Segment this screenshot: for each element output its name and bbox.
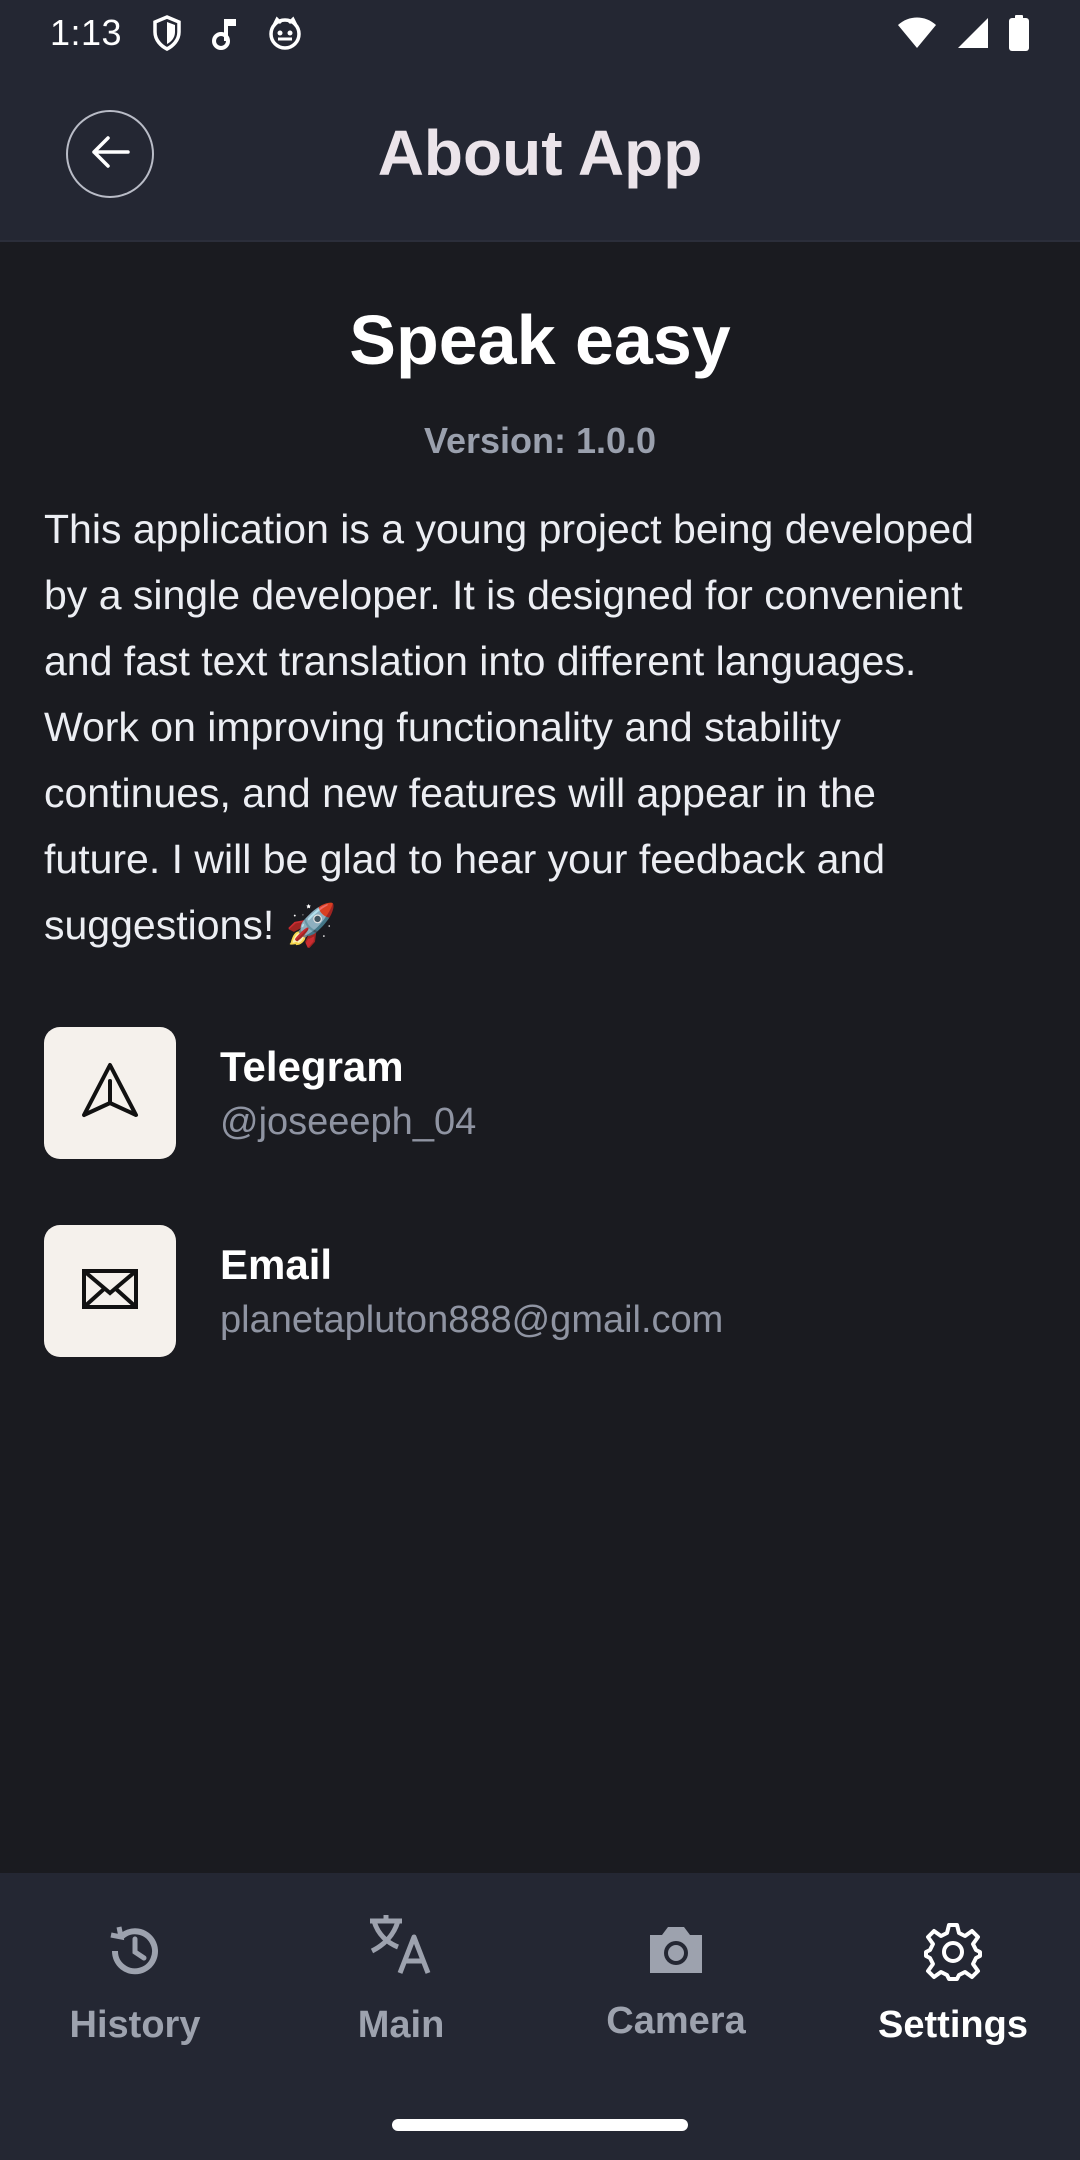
mail-icon (80, 1265, 140, 1318)
contact-value: planetapluton888@gmail.com (220, 1298, 724, 1341)
camera-icon (646, 1923, 706, 1982)
home-indicator (392, 2119, 688, 2131)
contact-email[interactable]: Email planetapluton888@gmail.com (44, 1225, 723, 1357)
status-bar: 1:13 (0, 0, 1080, 66)
description-line: suggestions! 🚀 (44, 902, 337, 948)
app-description: This application is a young project bein… (44, 496, 1036, 958)
status-time: 1:13 (50, 12, 123, 53)
nav-label: Main (357, 2004, 445, 2046)
nav-label: Settings (878, 2004, 1028, 2046)
send-icon (78, 1059, 142, 1128)
app-version: Version: 1.0.0 (423, 420, 657, 461)
nav-label: History (69, 2004, 201, 2046)
contact-value: @joseeeph_04 (220, 1100, 477, 1143)
cell-signal-icon (956, 16, 990, 50)
translate-icon (366, 1913, 436, 1984)
nav-camera[interactable]: Camera (541, 1873, 811, 2093)
description-line: Work on improving functionality and stab… (44, 704, 841, 750)
description-line: This application is a young project bein… (44, 506, 974, 552)
app-bar: About App (0, 66, 1080, 242)
contact-title: Telegram (220, 1042, 404, 1090)
settings-gear-icon (922, 1921, 984, 1988)
contact-icon-box (44, 1027, 176, 1159)
battery-icon (1008, 15, 1030, 51)
app-name: Speak easy (349, 301, 731, 379)
description-line: and fast text translation into different… (44, 638, 917, 684)
shield-icon (152, 15, 182, 51)
status-icons-left (152, 15, 302, 51)
history-icon (105, 1921, 165, 1986)
contact-telegram[interactable]: Telegram @joseeeph_04 (44, 1027, 476, 1159)
description-line: by a single developer. It is designed fo… (44, 572, 963, 618)
description-line: future. I will be glad to hear your feed… (44, 836, 886, 882)
nav-label: Camera (606, 2000, 746, 2042)
wifi-icon (896, 17, 938, 49)
nav-settings[interactable]: Settings (818, 1873, 1080, 2093)
contact-title: Email (220, 1240, 333, 1288)
status-icons-right (896, 15, 1030, 51)
cat-face-icon (268, 16, 302, 50)
nav-main[interactable]: Main (266, 1873, 536, 2093)
page-title: About App (377, 117, 703, 189)
nav-history[interactable]: History (0, 1873, 270, 2093)
contact-icon-box (44, 1225, 176, 1357)
about-content: Speak easy Version: 1.0.0 This applicati… (0, 244, 1080, 958)
bottom-navigation: History Main Camera Settings (0, 1873, 1080, 2160)
music-note-icon (210, 16, 240, 50)
description-line: continues, and new features will appear … (44, 770, 876, 816)
